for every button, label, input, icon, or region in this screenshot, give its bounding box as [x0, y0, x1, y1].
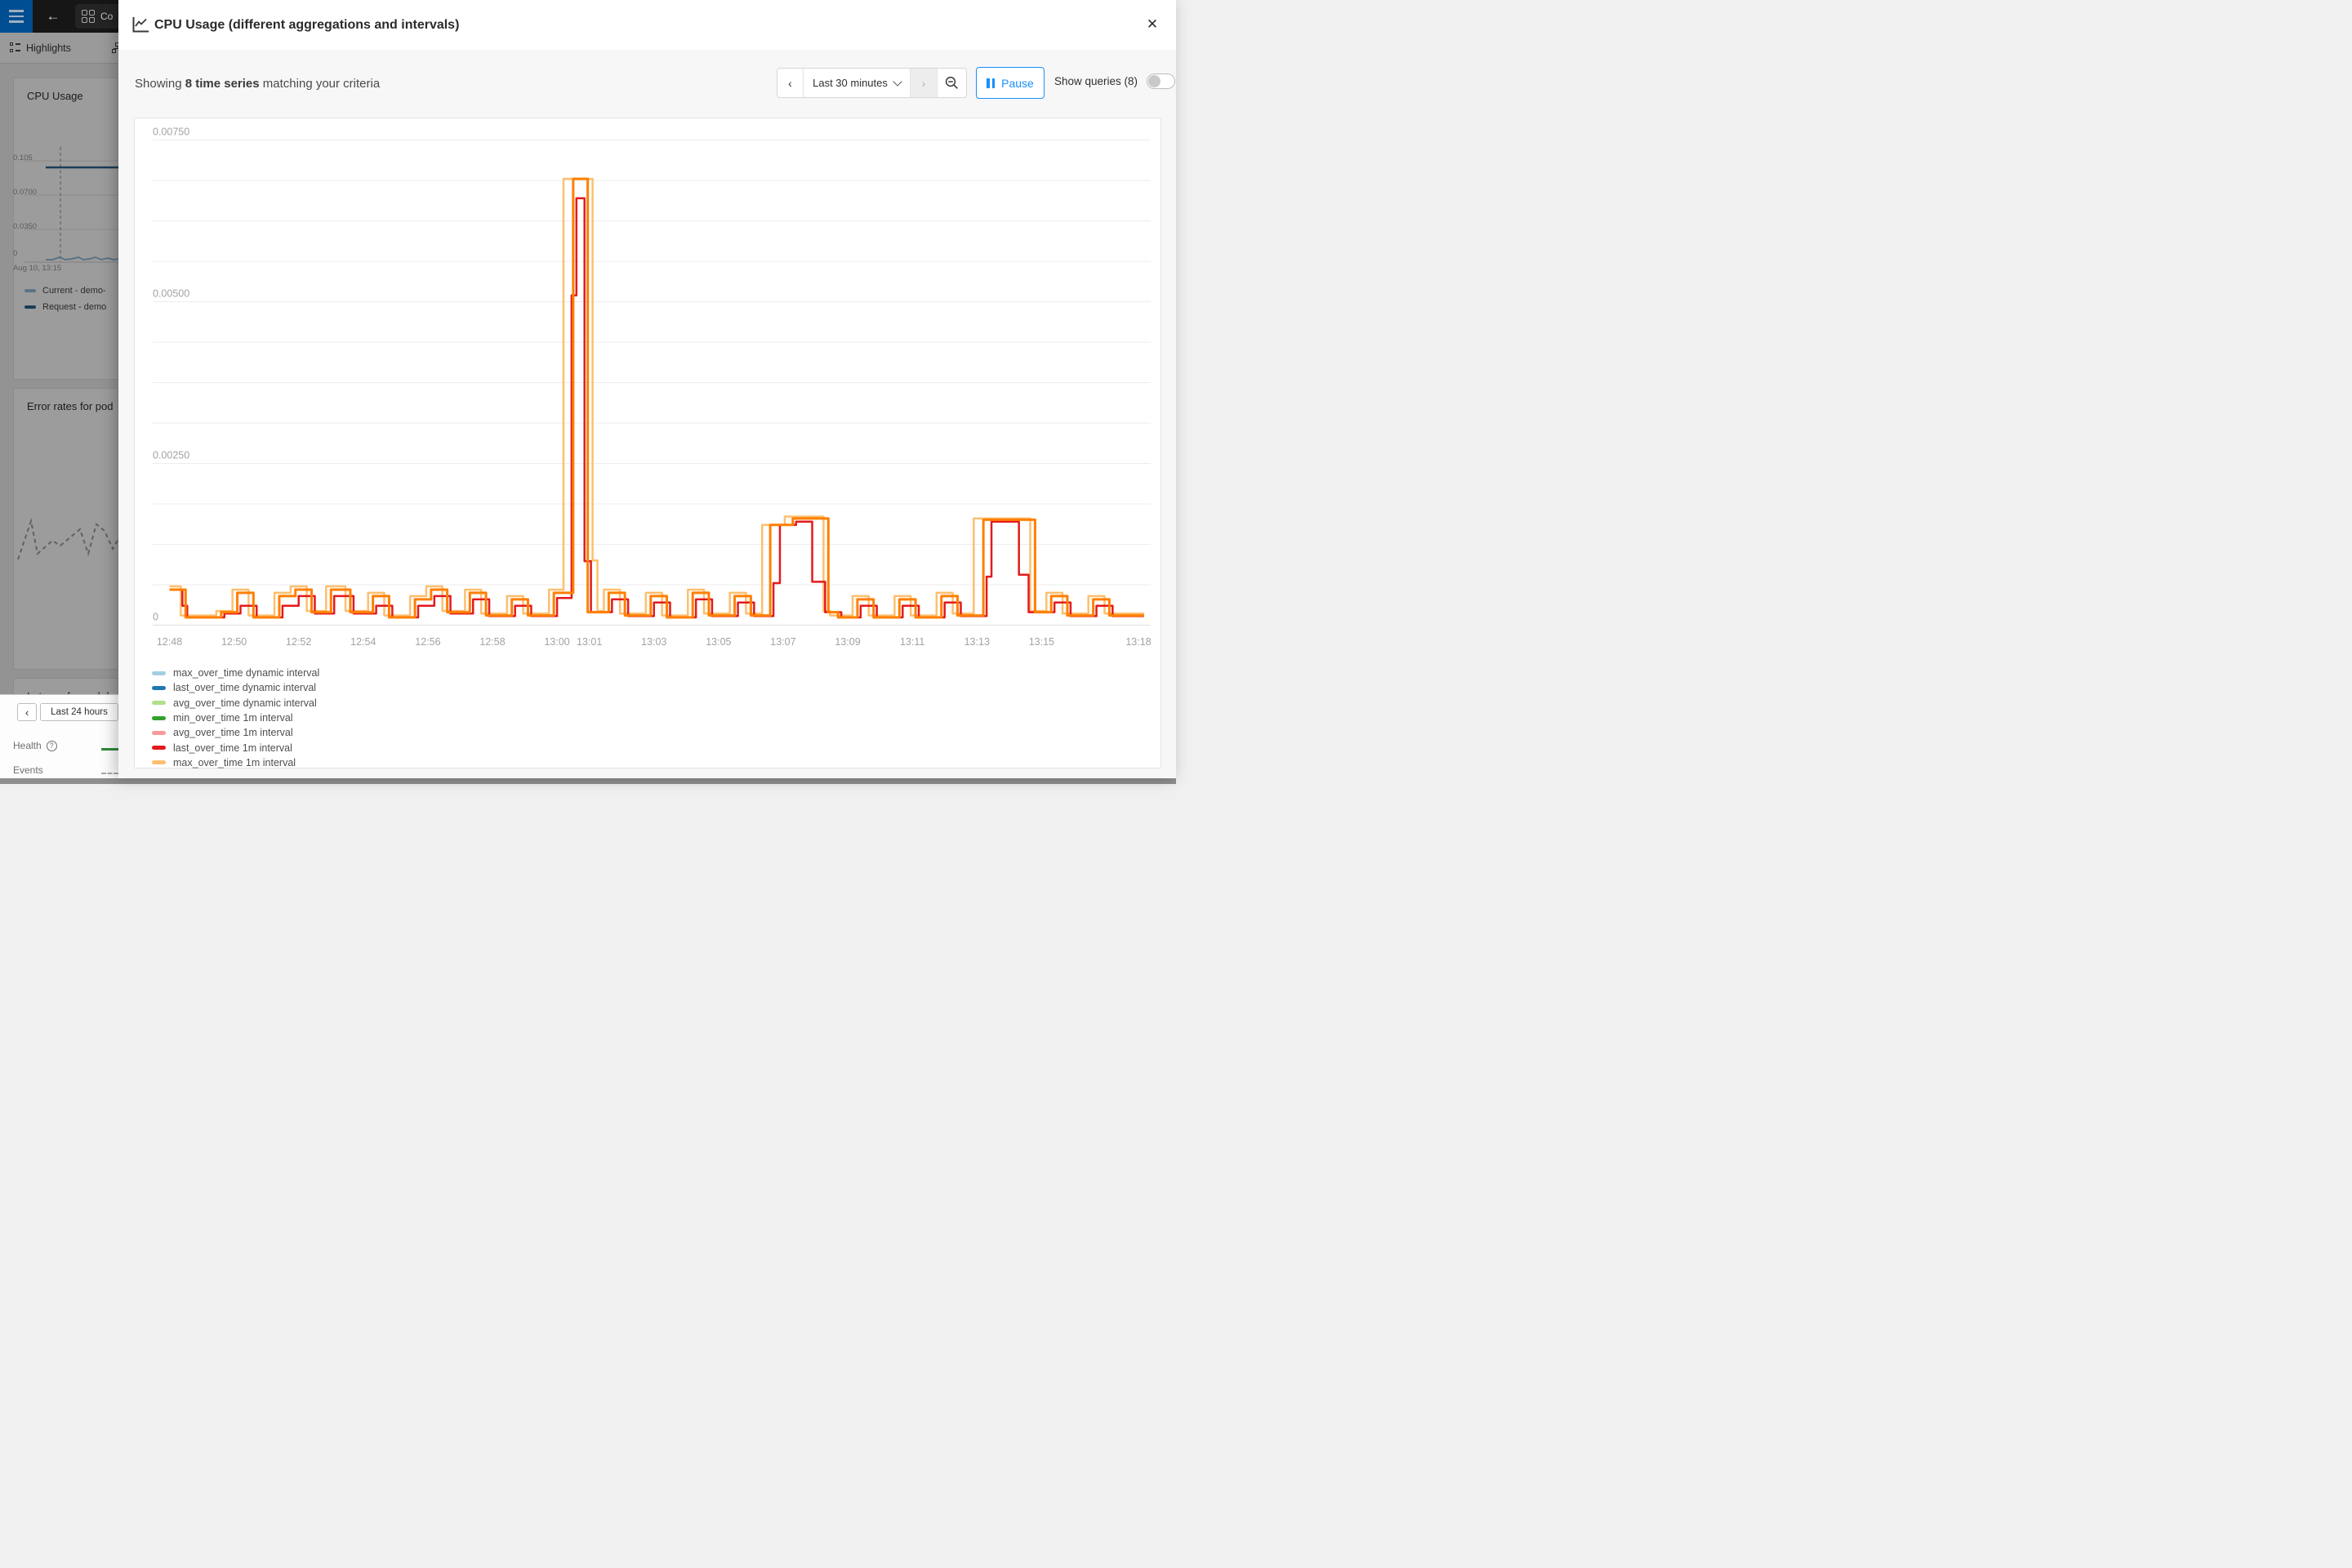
svg-text:13:15: 13:15 [1029, 636, 1054, 648]
app-grid-icon [82, 10, 95, 23]
chart-legend: max_over_time dynamic interval last_over_… [152, 666, 319, 770]
legend-item[interactable]: min_over_time 1m interval [152, 710, 319, 725]
svg-text:0.00500: 0.00500 [153, 288, 189, 300]
svg-text:12:48: 12:48 [157, 636, 182, 648]
events-legend-dash [101, 773, 118, 774]
svg-text:13:09: 13:09 [835, 636, 860, 648]
legend-item[interactable]: avg_over_time dynamic interval [152, 696, 319, 710]
close-icon[interactable]: ✕ [1144, 16, 1160, 33]
svg-text:13:03: 13:03 [641, 636, 666, 648]
footer-range-button[interactable]: Last 24 hours [40, 703, 118, 721]
legend-label: avg_over_time 1m interval [173, 727, 293, 738]
legend-label: max_over_time dynamic interval [173, 667, 319, 679]
pause-button[interactable]: Pause [976, 67, 1045, 99]
pause-icon [987, 78, 995, 88]
legend-swatch [152, 716, 166, 720]
zoom-out-icon [945, 76, 959, 90]
toggle-knob [1148, 75, 1160, 87]
back-arrow-icon[interactable]: ← [43, 7, 63, 26]
legend-swatch [152, 701, 166, 705]
svg-text:12:54: 12:54 [350, 636, 376, 648]
legend-item[interactable]: avg_over_time 1m interval [152, 725, 319, 740]
legend-item[interactable]: max_over_time 1m interval [152, 755, 319, 770]
legend-item[interactable]: max_over_time dynamic interval [152, 666, 319, 680]
modal-body: Showing 8 time series matching your crit… [118, 50, 1176, 778]
modal-backdrop[interactable] [0, 33, 118, 694]
svg-text:12:56: 12:56 [415, 636, 440, 648]
backdrop-bottom-strip [0, 778, 1176, 784]
legend-swatch [152, 731, 166, 735]
main-chart-card: 0 0.00250 0.00500 0.00750 12:48 12:50 12:52 12:… [134, 118, 1161, 768]
time-range-control-group: ‹ Last 30 minutes › [777, 68, 967, 98]
footer-prev-button[interactable]: ‹ [17, 703, 37, 721]
app-pill-label: Co [100, 11, 113, 22]
health-legend-line [101, 748, 118, 751]
svg-text:0.00750: 0.00750 [153, 127, 189, 138]
svg-text:13:11: 13:11 [900, 636, 924, 648]
legend-swatch [152, 746, 166, 750]
svg-text:13:01: 13:01 [577, 636, 602, 648]
health-row: Health ? [13, 740, 57, 751]
svg-text:12:52: 12:52 [286, 636, 311, 648]
hamburger-icon [9, 10, 24, 12]
hamburger-menu-button[interactable] [0, 0, 33, 33]
question-circle-icon[interactable]: ? [47, 741, 57, 751]
svg-text:12:58: 12:58 [479, 636, 505, 648]
events-row: Events [13, 764, 43, 776]
svg-text:0: 0 [153, 612, 158, 623]
svg-text:13:18: 13:18 [1125, 636, 1151, 648]
main-chart-plot[interactable]: 0 0.00250 0.00500 0.00750 12:48 12:50 12:52 12:… [135, 118, 1162, 657]
range-next-button-disabled[interactable]: › [910, 69, 937, 97]
legend-swatch [152, 760, 166, 764]
modal-title: CPU Usage (different aggregations and in… [154, 18, 459, 33]
legend-item[interactable]: last_over_time dynamic interval [152, 680, 319, 695]
legend-label: last_over_time 1m interval [173, 742, 292, 754]
line-chart-icon [132, 17, 149, 33]
legend-swatch [152, 686, 166, 690]
legend-label: avg_over_time dynamic interval [173, 697, 317, 709]
range-dropdown[interactable]: Last 30 minutes [803, 69, 910, 97]
chart-modal: CPU Usage (different aggregations and in… [118, 0, 1176, 778]
legend-swatch [152, 671, 166, 675]
modal-header: CPU Usage (different aggregations and in… [118, 0, 1176, 50]
show-queries-toggle[interactable] [1147, 74, 1175, 89]
chevron-down-icon [893, 77, 902, 86]
svg-text:13:07: 13:07 [770, 636, 795, 648]
svg-text:13:05: 13:05 [706, 636, 731, 648]
show-queries-label: Show queries (8) [1054, 75, 1138, 87]
legend-item[interactable]: last_over_time 1m interval [152, 740, 319, 755]
legend-label: max_over_time 1m interval [173, 757, 296, 768]
range-prev-button[interactable]: ‹ [777, 69, 803, 97]
svg-text:13:00: 13:00 [544, 636, 569, 648]
legend-label: last_over_time dynamic interval [173, 682, 316, 693]
zoom-out-button[interactable] [937, 69, 966, 97]
legend-label: min_over_time 1m interval [173, 712, 293, 724]
showing-summary: Showing 8 time series matching your crit… [135, 77, 380, 91]
svg-text:13:13: 13:13 [964, 636, 990, 648]
svg-text:12:50: 12:50 [221, 636, 247, 648]
svg-text:0.00250: 0.00250 [153, 450, 189, 461]
